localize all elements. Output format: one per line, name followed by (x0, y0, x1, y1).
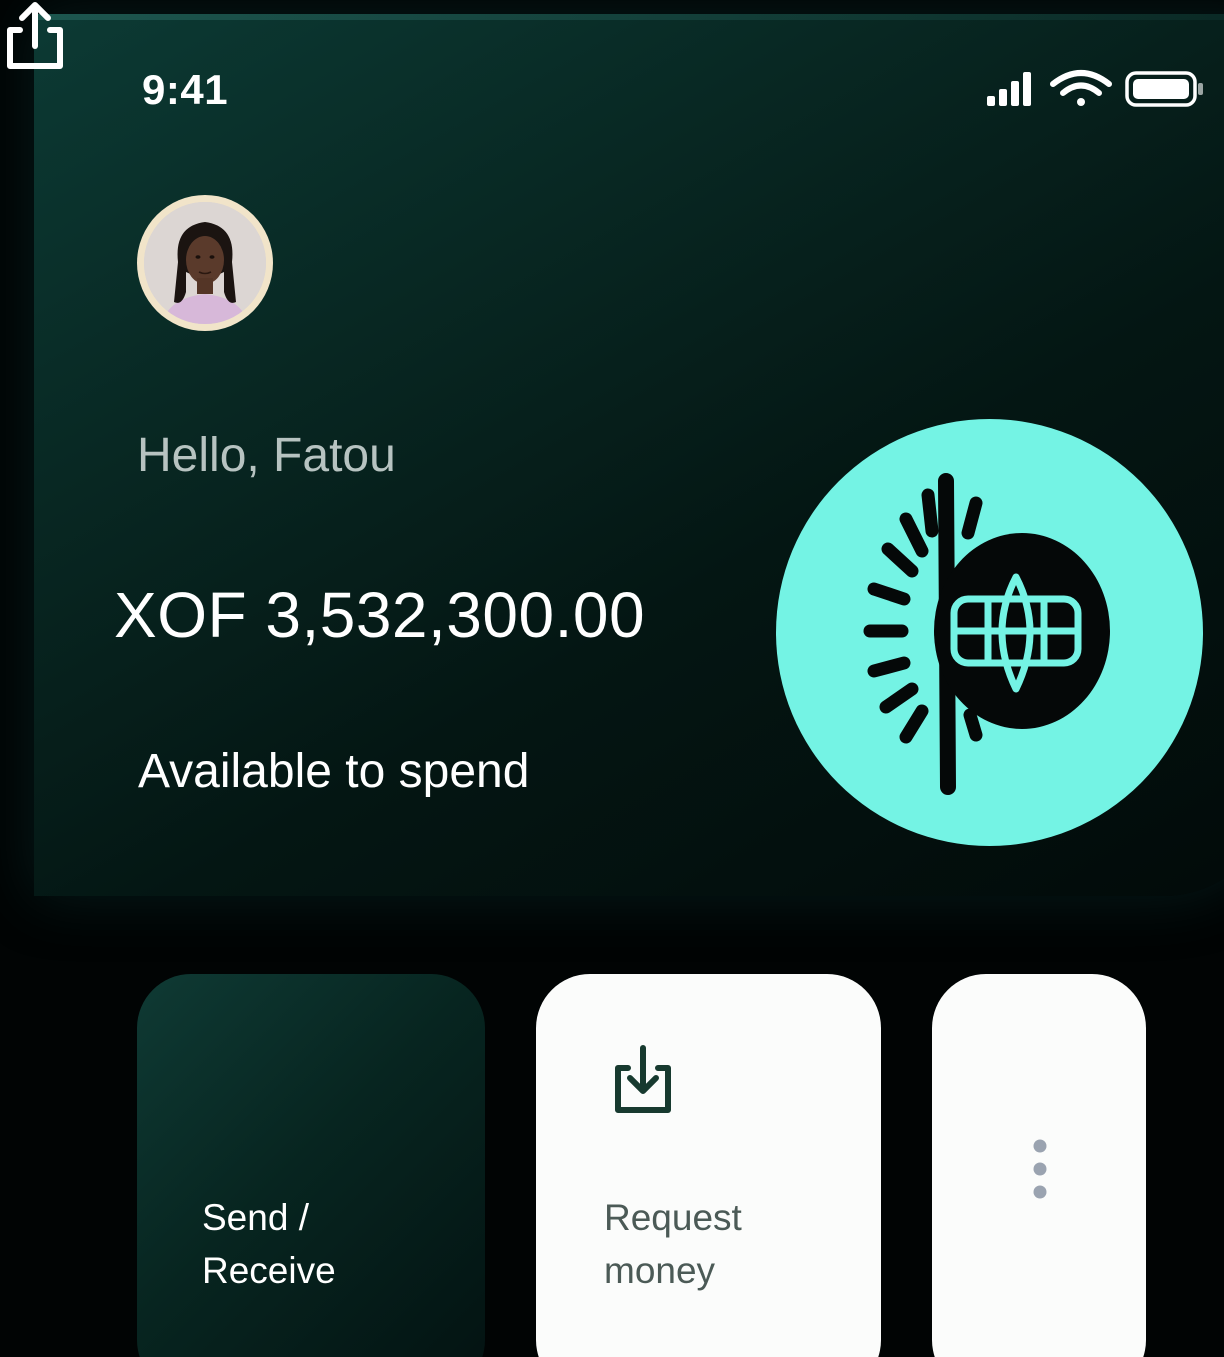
user-avatar-icon (144, 202, 266, 324)
status-time: 9:41 (142, 66, 229, 113)
brand-logo-badge (776, 419, 1203, 846)
request-money-button[interactable] (536, 974, 881, 1357)
send-receive-label: Send / Receive (202, 1197, 336, 1291)
share-upload-icon (7, 2, 63, 69)
wifi-icon (1050, 70, 1112, 106)
card-chip-logo-icon (863, 473, 1110, 795)
greeting-text: Hello, Fatou (137, 429, 396, 482)
home-screen: 9:41 Hello, Fatou XOF 3,532,300.00 Avail… (0, 0, 1224, 1357)
battery-icon (1125, 71, 1203, 107)
status-icons (987, 70, 1203, 107)
request-money-label: Request money (604, 1197, 742, 1291)
avatar-photo (144, 202, 266, 324)
balance-amount: XOF 3,532,300.00 (114, 579, 646, 651)
download-tray-icon (615, 1045, 671, 1113)
send-receive-button[interactable] (137, 974, 485, 1357)
avatar[interactable] (137, 195, 273, 331)
cellular-signal-icon (987, 72, 1031, 106)
balance-caption: Available to spend (138, 745, 530, 798)
more-vertical-icon (1033, 1139, 1047, 1199)
